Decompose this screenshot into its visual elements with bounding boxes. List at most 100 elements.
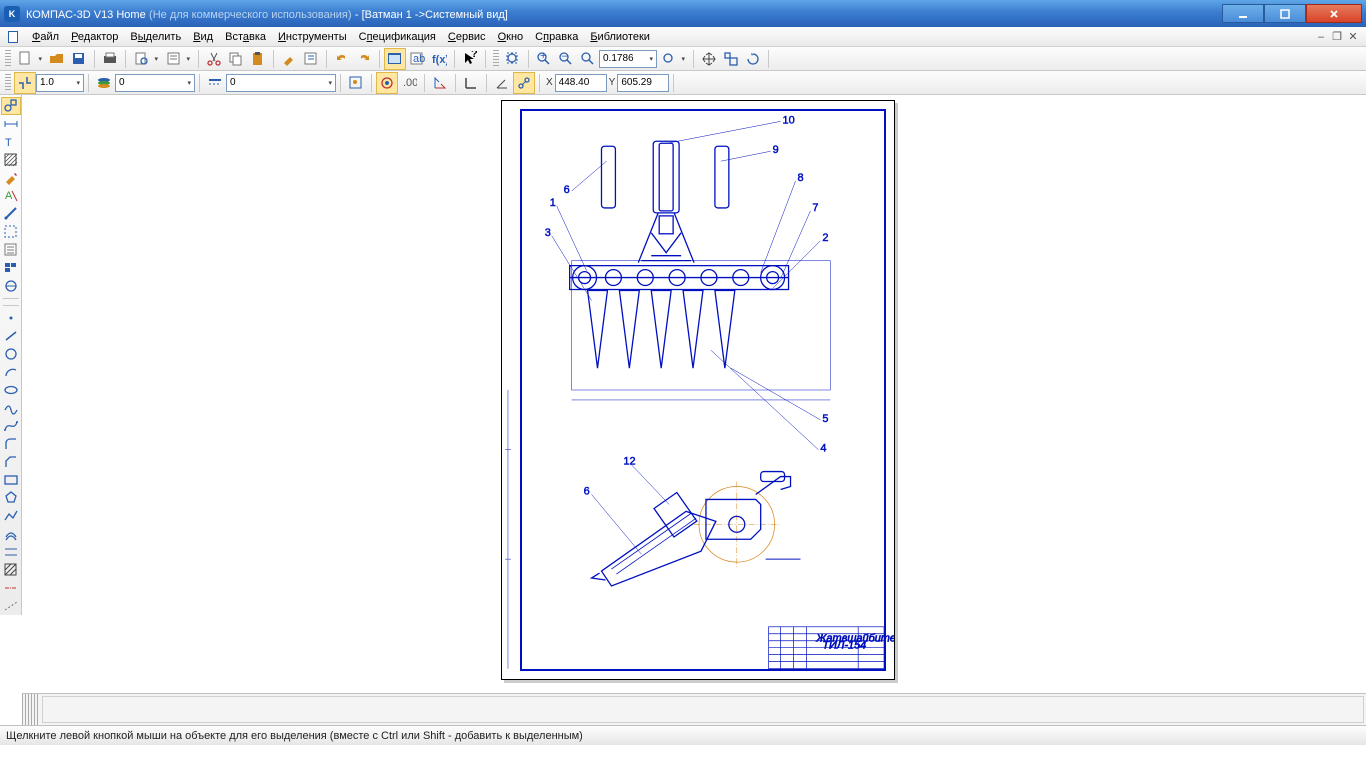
properties-button[interactable] (162, 48, 194, 70)
ortho-button[interactable] (376, 72, 398, 94)
close-button[interactable] (1306, 4, 1362, 23)
preview-button[interactable] (130, 48, 162, 70)
ortho-toggle-button[interactable] (460, 72, 482, 94)
doc-control-icon[interactable] (6, 29, 22, 45)
menu-insert[interactable]: Вставка (219, 29, 272, 45)
copy-props-button[interactable] (278, 48, 300, 70)
layer-button[interactable] (93, 72, 115, 94)
svg-text:5: 5 (822, 413, 828, 425)
toolbar-grip[interactable] (493, 50, 499, 68)
ellipse-tool[interactable] (1, 381, 21, 399)
rect-tool[interactable] (1, 471, 21, 489)
scale-combo[interactable]: 1.0 (36, 74, 84, 92)
menu-file[interactable]: ФФайлайл (26, 29, 65, 45)
toolbar-status: 1.0 0 0 .00 X Y (0, 71, 1366, 95)
menu-spec[interactable]: Спецификация (353, 29, 442, 45)
maximize-button[interactable] (1264, 4, 1306, 23)
variables-button[interactable]: ab (406, 48, 428, 70)
svg-text:6: 6 (564, 184, 570, 196)
fillet-tool[interactable] (1, 435, 21, 453)
round-button[interactable]: .00 (398, 72, 420, 94)
param-panel-button[interactable]: A (1, 187, 21, 205)
menu-window[interactable]: Окно (492, 29, 530, 45)
minimize-button[interactable] (1222, 4, 1264, 23)
work-area[interactable]: 10 9 8 7 2 5 4 6 1 3 (22, 95, 1366, 725)
help-cursor-button[interactable]: ? (459, 48, 481, 70)
svg-text:+: + (540, 51, 546, 62)
menu-help[interactable]: Справка (529, 29, 584, 45)
doc-close[interactable]: ✕ (1346, 30, 1360, 44)
zoom-in-button[interactable]: + (533, 48, 555, 70)
spec-panel-button[interactable] (1, 241, 21, 259)
chamfer-tool[interactable] (1, 453, 21, 471)
menu-view[interactable]: Вид (187, 29, 219, 45)
arc-tool[interactable] (1, 363, 21, 381)
bezier-tool[interactable] (1, 417, 21, 435)
measure-panel-button[interactable] (1, 205, 21, 223)
coord-y-input[interactable] (617, 74, 669, 92)
dim-panel-button[interactable] (1, 115, 21, 133)
select-panel-button[interactable] (1, 223, 21, 241)
toolbar-grip[interactable] (5, 74, 11, 92)
menu-service[interactable]: Сервис (442, 29, 492, 45)
linestyle-button[interactable] (204, 72, 226, 94)
fx-button[interactable]: f(x) (428, 48, 450, 70)
menu-tools[interactable]: Инструменты (272, 29, 353, 45)
zoom-out-button[interactable]: – (555, 48, 577, 70)
polygon-tool[interactable] (1, 489, 21, 507)
x-label: X (546, 77, 553, 88)
doc-minimize[interactable]: – (1314, 30, 1328, 44)
new-button[interactable] (14, 48, 46, 70)
panel-grip[interactable] (22, 694, 40, 725)
paste-button[interactable] (247, 48, 269, 70)
zoom-combo[interactable]: 0.1786 (599, 50, 657, 68)
paste-props-button[interactable] (300, 48, 322, 70)
menubar: ФФайлайл Редактор Выделить Вид Вставка И… (0, 27, 1366, 47)
snap-settings-button[interactable] (345, 72, 367, 94)
text-panel-button[interactable]: T (1, 133, 21, 151)
offset-tool[interactable] (1, 525, 21, 543)
coord-local-button[interactable] (429, 72, 451, 94)
symbols-panel-button[interactable] (1, 277, 21, 295)
linestyle-combo[interactable]: 0 (226, 74, 336, 92)
point-tool[interactable] (1, 309, 21, 327)
hatch-tool[interactable] (1, 561, 21, 579)
save-button[interactable] (68, 48, 90, 70)
angle-lock-button[interactable] (491, 72, 513, 94)
open-button[interactable] (46, 48, 68, 70)
menu-libs[interactable]: Библиотеки (584, 29, 656, 45)
global-snap-button[interactable] (513, 72, 535, 94)
coord-x-input[interactable] (555, 74, 607, 92)
hatch-panel-button[interactable] (1, 151, 21, 169)
snap-button[interactable] (14, 72, 36, 94)
axis-tool[interactable] (1, 579, 21, 597)
doc-restore[interactable]: ❐ (1330, 30, 1344, 44)
polyline-tool[interactable] (1, 507, 21, 525)
zoom-dynamic-button[interactable] (720, 48, 742, 70)
edit-panel-button[interactable] (1, 169, 21, 187)
redraw-button[interactable] (742, 48, 764, 70)
redo-button[interactable] (353, 48, 375, 70)
undo-button[interactable] (331, 48, 353, 70)
layer-combo[interactable]: 0 (115, 74, 195, 92)
zoom-window-button[interactable] (577, 48, 599, 70)
geom-panel-button[interactable] (1, 97, 21, 115)
zoom-prev-button[interactable] (657, 48, 689, 70)
equidistant-tool[interactable] (1, 543, 21, 561)
toolbar-grip[interactable] (5, 50, 11, 68)
line-tool[interactable] (1, 327, 21, 345)
manager-button[interactable] (384, 48, 406, 70)
circle-tool[interactable] (1, 345, 21, 363)
aux-tool[interactable] (1, 597, 21, 615)
pan-button[interactable] (698, 48, 720, 70)
menu-select[interactable]: Выделить (124, 29, 187, 45)
copy-button[interactable] (225, 48, 247, 70)
spline-tool[interactable] (1, 399, 21, 417)
drawing-sheet[interactable]: 10 9 8 7 2 5 4 6 1 3 (501, 100, 895, 680)
svg-text:3: 3 (545, 227, 551, 239)
zoom-fit-button[interactable] (502, 48, 524, 70)
cut-button[interactable] (203, 48, 225, 70)
views-panel-button[interactable] (1, 259, 21, 277)
menu-editor[interactable]: Редактор (65, 29, 124, 45)
print-button[interactable] (99, 48, 121, 70)
